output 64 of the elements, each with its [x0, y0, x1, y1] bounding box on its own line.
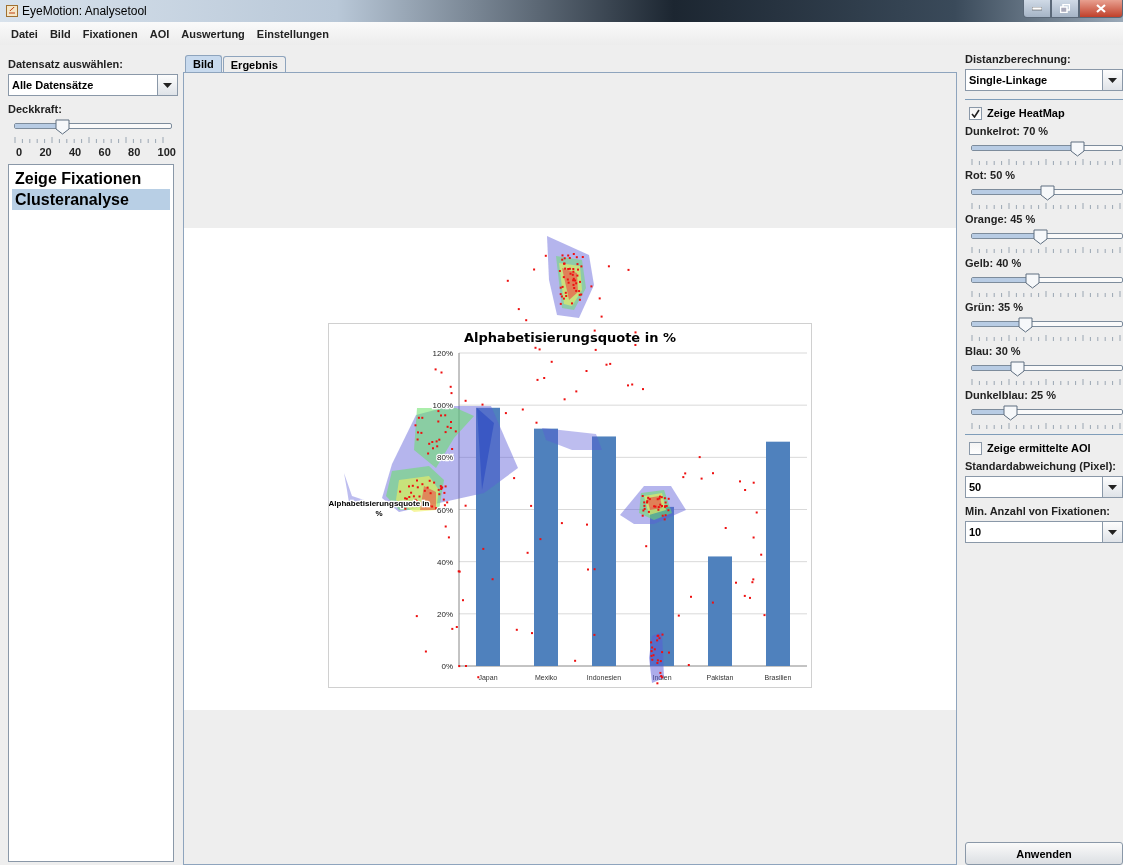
menu-item[interactable]: Bild	[43, 27, 77, 40]
list-item[interactable]: Clusteranalyse	[12, 189, 170, 210]
tick-label: 20	[39, 146, 52, 158]
checkbox[interactable]: Zeige ermittelte AOI	[969, 439, 1123, 457]
dataset-label: Datensatz auswählen:	[8, 56, 124, 72]
y-tick-label: 0%	[441, 661, 453, 671]
tick-label: 40	[68, 146, 82, 158]
dropdown-arrow-icon	[1108, 529, 1117, 535]
dropdown-arrow-icon	[1108, 77, 1117, 83]
close-button[interactable]	[1079, 0, 1123, 18]
slider-label: Gelb: 40 %	[965, 255, 1023, 271]
slider-thumb[interactable]	[1070, 141, 1085, 157]
distance-dropdown[interactable]: Single-Linkage	[965, 69, 1123, 91]
y-tick-label: 20%	[437, 609, 453, 619]
window-title: EyeMotion: Analysetool	[22, 4, 147, 18]
y-tick-label: 120%	[432, 348, 453, 358]
minimize-button[interactable]	[1023, 0, 1051, 18]
apply-button[interactable]: Anwenden	[965, 842, 1123, 865]
slider-thumb[interactable]	[54, 119, 70, 135]
min-fixations-dropdown[interactable]: 10	[965, 521, 1123, 543]
slider-label: Dunkelrot: 70 %	[965, 123, 1050, 139]
y-tick-label: 80%	[437, 452, 453, 462]
slider-thumb[interactable]	[1010, 361, 1025, 377]
y-tick-label: 60%	[437, 505, 453, 514]
slider-thumb[interactable]	[1040, 185, 1055, 201]
tick-label: 100	[157, 146, 176, 158]
menu-item[interactable]: Einstellungen	[250, 27, 335, 40]
chart-title: Alphabetisierungsquote in %	[464, 329, 676, 345]
menu-item[interactable]: AOI	[143, 27, 176, 40]
y-tick-label: 40%	[437, 557, 453, 567]
slider-label: Grün: 35 %	[965, 299, 1025, 315]
tab[interactable]: Bild	[185, 55, 222, 72]
dropdown-arrow-icon	[163, 82, 172, 88]
slider-label: Rot: 50 %	[965, 167, 1017, 183]
std-deviation-dropdown[interactable]: 50	[965, 476, 1123, 498]
tick-label: 60	[98, 146, 111, 158]
tick-label: 80	[128, 146, 141, 158]
app-icon	[6, 5, 18, 17]
menu-item[interactable]: Datei	[5, 27, 44, 40]
y-tick-label: 100%	[432, 400, 453, 410]
slider-label: Blau: 30 %	[965, 343, 1022, 359]
menu-item[interactable]: Auswertung	[175, 27, 251, 40]
slider-thumb[interactable]	[1025, 273, 1040, 289]
minimize-icon	[1032, 6, 1042, 11]
slider-thumb[interactable]	[1017, 317, 1033, 333]
distance-label: Distanzberechnung:	[965, 51, 1072, 67]
close-icon	[1096, 4, 1106, 13]
slider-label: Dunkelblau: 25 %	[965, 387, 1058, 403]
slider-thumb[interactable]	[1002, 405, 1018, 421]
list-item[interactable]: Zeige Fixationen	[12, 168, 170, 189]
dropdown-arrow-icon	[1108, 484, 1117, 490]
menu-item[interactable]: Fixationen	[76, 27, 144, 40]
check-icon	[971, 108, 980, 118]
restore-icon	[1060, 4, 1070, 13]
opacity-label: Deckkraft:	[8, 101, 63, 117]
min-fixations-label: Min. Anzahl von Fixationen:	[965, 503, 1112, 519]
maximize-button[interactable]	[1051, 0, 1079, 18]
slider-thumb[interactable]	[1032, 229, 1048, 245]
dataset-dropdown[interactable]: Alle Datensätze	[8, 74, 178, 96]
tick-label: 0	[16, 146, 23, 158]
checkbox[interactable]: Zeige HeatMap	[969, 104, 1123, 122]
std-deviation-label: Standardabweichung (Pixel):	[965, 458, 1117, 474]
tab[interactable]: Ergebnis	[222, 56, 286, 72]
slider-label: Orange: 45 %	[965, 211, 1037, 227]
